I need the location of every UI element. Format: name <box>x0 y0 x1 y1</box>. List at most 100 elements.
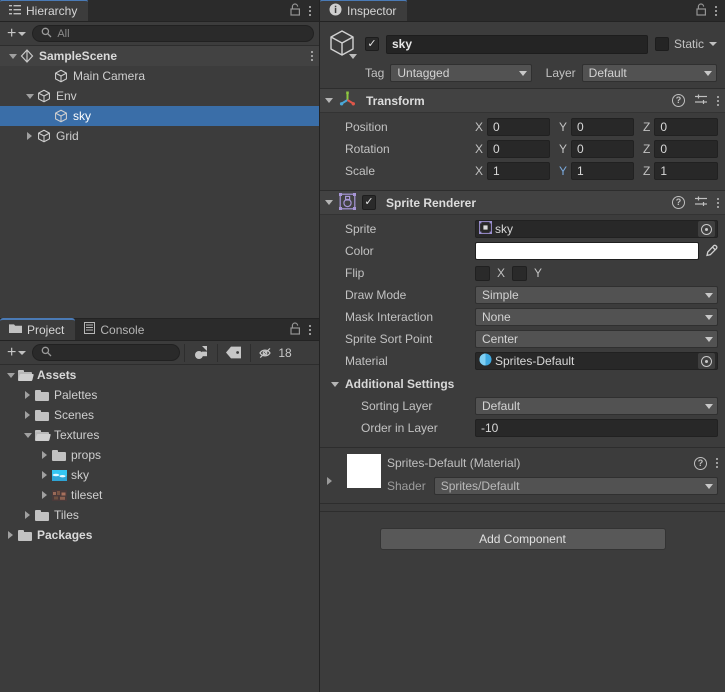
material-foldout[interactable] <box>327 454 341 495</box>
hierarchy-tree[interactable]: SampleScene Main Camera Env sky Grid <box>0 46 319 318</box>
transform-scale-x-input[interactable]: 1 <box>487 162 550 180</box>
component-menu-icon[interactable] <box>717 95 719 106</box>
transform-position-z-input[interactable]: 0 <box>654 118 718 136</box>
gameobject-name-input[interactable]: sky <box>386 34 648 54</box>
filter-by-type-button[interactable] <box>189 343 213 363</box>
foldout-arrow-icon[interactable] <box>325 200 333 205</box>
foldout-arrow-icon[interactable] <box>4 525 17 545</box>
transform-position-y-input[interactable]: 0 <box>571 118 634 136</box>
foldout-arrow-icon[interactable] <box>6 46 19 66</box>
hierarchy-item-grid[interactable]: Grid <box>0 126 319 146</box>
foldout-arrow-icon[interactable] <box>23 86 36 106</box>
hierarchy-item-env[interactable]: Env <box>0 86 319 106</box>
sprite-sort-point-dropdown[interactable]: Center <box>475 330 718 348</box>
transform-scale-label: Scale <box>345 164 376 178</box>
sprite-renderer-header[interactable]: ✓ Sprite Renderer ? <box>320 191 725 215</box>
eyedropper-icon[interactable] <box>703 244 718 258</box>
static-checkbox[interactable] <box>654 37 669 51</box>
hierarchy-item-sky[interactable]: sky <box>0 106 319 126</box>
foldout-arrow-icon[interactable] <box>325 98 333 103</box>
transform-rotation-z-input[interactable]: 0 <box>654 140 718 158</box>
foldout-arrow-icon[interactable] <box>21 405 34 425</box>
project-item-textures[interactable]: Textures <box>0 425 319 445</box>
help-icon[interactable]: ? <box>672 94 685 107</box>
project-item-assets[interactable]: Assets <box>0 365 319 385</box>
transform-rotation-y-input[interactable]: 0 <box>571 140 634 158</box>
foldout-arrow-icon[interactable] <box>23 126 36 146</box>
flip-y-checkbox[interactable] <box>512 265 528 281</box>
preset-icon[interactable] <box>694 195 708 211</box>
add-component-button[interactable]: Add Component <box>379 528 666 550</box>
hierarchy-panel: Hierarchy + All SampleScene Main Camera … <box>0 0 319 318</box>
foldout-arrow-icon[interactable] <box>38 485 51 505</box>
transform-rotation-x-input[interactable]: 0 <box>487 140 550 158</box>
gameobject-cube-icon[interactable] <box>328 29 358 59</box>
material-object-field[interactable]: Sprites-Default <box>475 352 718 370</box>
project-item-scenes[interactable]: Scenes <box>0 405 319 425</box>
help-icon[interactable]: ? <box>672 196 685 209</box>
lock-icon[interactable] <box>290 2 301 19</box>
project-item-tileset[interactable]: tileset <box>0 485 319 505</box>
sprite-renderer-enabled-checkbox[interactable]: ✓ <box>362 195 376 210</box>
color-swatch[interactable] <box>475 242 699 260</box>
scene-menu-icon[interactable] <box>311 51 313 61</box>
foldout-arrow-icon[interactable] <box>21 385 34 405</box>
foldout-arrow-icon[interactable] <box>38 465 51 485</box>
layer-dropdown[interactable]: Default <box>581 64 717 82</box>
tab-console[interactable]: Console <box>75 319 155 340</box>
tag-dropdown[interactable]: Untagged <box>390 64 532 82</box>
create-gameobject-button[interactable]: + <box>5 26 28 42</box>
filter-by-label-button[interactable] <box>222 343 246 363</box>
project-panel: Project Console + 18 Assets Palettes Sce… <box>0 318 319 692</box>
component-menu-icon[interactable] <box>717 197 719 208</box>
foldout-arrow-icon[interactable] <box>40 66 53 86</box>
create-asset-button[interactable]: + <box>5 345 28 361</box>
project-item-props[interactable]: props <box>0 445 319 465</box>
transform-scale-z-input[interactable]: 1 <box>654 162 718 180</box>
project-item-packages[interactable]: Packages <box>0 525 319 545</box>
tab-project[interactable]: Project <box>0 318 76 340</box>
hierarchy-item-samplescene[interactable]: SampleScene <box>0 46 319 66</box>
flip-x-checkbox[interactable] <box>475 265 490 281</box>
tab-inspector[interactable]: Inspector <box>320 0 408 21</box>
hidden-assets-toggle[interactable]: 18 <box>255 343 295 363</box>
foldout-arrow-icon[interactable] <box>38 445 51 465</box>
project-item-palettes[interactable]: Palettes <box>0 385 319 405</box>
hierarchy-menu-icon[interactable] <box>309 5 311 16</box>
foldout-arrow-icon[interactable] <box>4 365 17 385</box>
order-in-layer-input[interactable]: -10 <box>475 419 718 437</box>
shader-dropdown[interactable]: Sprites/Default <box>433 477 718 495</box>
gameobject-enabled-checkbox[interactable]: ✓ <box>365 37 379 51</box>
foldout-arrow-icon[interactable] <box>40 106 53 126</box>
chevron-down-icon[interactable] <box>709 42 717 46</box>
hierarchy-item-main-camera[interactable]: Main Camera <box>0 66 319 86</box>
sprite-picker-button[interactable] <box>698 221 715 237</box>
transform-scale-y-input[interactable]: 1 <box>571 162 634 180</box>
project-tree[interactable]: Assets Palettes Scenes Textures props sky tile… <box>0 365 319 692</box>
project-item-tiles[interactable]: Tiles <box>0 505 319 525</box>
transform-position-x-input[interactable]: 0 <box>487 118 550 136</box>
foldout-arrow-icon[interactable] <box>21 425 34 445</box>
sorting-layer-dropdown[interactable]: Default <box>475 397 718 415</box>
inspector-menu-icon[interactable] <box>715 5 717 16</box>
project-search-input[interactable] <box>32 344 181 361</box>
sprite-object-field[interactable]: sky <box>475 220 718 238</box>
material-menu-icon[interactable] <box>716 458 718 468</box>
hierarchy-search-input[interactable]: All <box>32 25 314 42</box>
help-icon[interactable]: ? <box>694 456 707 470</box>
lock-icon[interactable] <box>696 2 707 19</box>
additional-settings-foldout[interactable]: Additional Settings <box>327 374 718 394</box>
material-picker-button[interactable] <box>698 353 715 369</box>
preset-icon[interactable] <box>694 93 708 109</box>
foldout-arrow-icon[interactable] <box>21 505 34 525</box>
tab-hierarchy[interactable]: Hierarchy <box>0 0 89 21</box>
transform-row-scale: Scale X 1 Y 1 Z 1 <box>327 161 718 181</box>
lock-icon[interactable] <box>290 321 301 338</box>
draw-mode-dropdown[interactable]: Simple <box>475 286 718 304</box>
transform-header[interactable]: Transform ? <box>320 89 725 113</box>
transform-row-rotation: Rotation X 0 Y 0 Z 0 <box>327 139 718 159</box>
project-item-sky[interactable]: sky <box>0 465 319 485</box>
chevron-down-icon <box>704 70 712 76</box>
project-menu-icon[interactable] <box>309 324 311 335</box>
mask-interaction-dropdown[interactable]: None <box>475 308 718 326</box>
